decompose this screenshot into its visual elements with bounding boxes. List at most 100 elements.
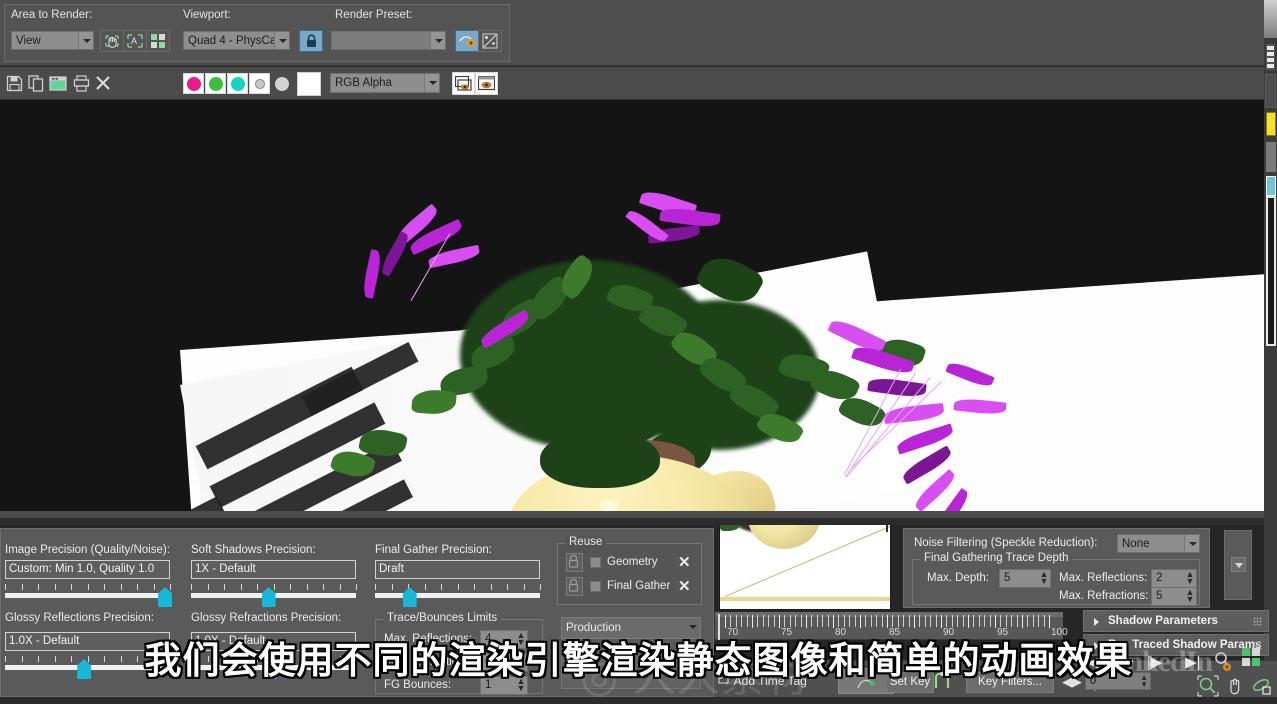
glossy-reflections-label: Glossy Reflections Precision: [5,612,154,624]
fg-trace-depth-group: Final Gathering Trace Depth Max. Depth: … [912,552,1200,606]
blowup-region-icon[interactable] [146,30,170,52]
channel-red-button[interactable] [183,73,204,94]
chevron-down-icon[interactable] [1235,563,1243,568]
fg-bounces-value: 1 [485,679,492,691]
time-configuration-icon[interactable] [1213,651,1235,676]
fg-max-reflections-value: 2 [1156,572,1163,584]
channel-green-button[interactable] [205,73,226,94]
spinner-arrows-icon[interactable]: ▲ ▼ [516,631,526,647]
spinner-arrows-icon[interactable]: ▲ ▼ [1039,570,1049,586]
viewport-combo[interactable]: Quad 4 - PhysCam [183,31,290,50]
render-preset-production-combo[interactable]: Production [561,617,701,639]
clone-icon[interactable] [46,72,70,94]
spinner-arrows-icon[interactable]: ▲ ▼ [516,677,526,693]
mental-ray-settings-dialog: Noise Filtering (Speckle Reduction): Non… [903,528,1210,608]
chevron-down-icon[interactable] [274,32,289,49]
rollout-shadow-parameters[interactable]: Shadow Parameters [1083,610,1269,632]
app-root: 70 75 80 85 90 95 100 Area to Render: View A [0,0,1277,702]
max-refractions-label: Max. Refractions: [384,656,474,668]
chevron-right-icon [1094,618,1099,626]
reuse-geometry-checkbox[interactable] [590,557,601,568]
spinner-arrows-icon[interactable]: ▲ ▼ [1185,570,1195,586]
rfw-toolbar-channels: RGB Alpha [0,67,1264,100]
watermark-linkedin: LinkedIn [1100,645,1213,678]
close-icon[interactable] [91,72,115,94]
soft-shadows-field[interactable]: 1X - Default [191,560,356,579]
toggle-ui-icon[interactable] [452,72,475,95]
spinner-arrows-icon[interactable]: ▲ ▼ [1185,588,1195,604]
glossy-refractions-label: Glossy Refractions Precision: [191,612,342,624]
trace-bounces-group: Trace/Bounces Limits Max. Reflections: 4… [375,612,543,695]
maximize-viewport-icon[interactable] [1242,648,1260,669]
reuse-final-gather-label: Final Gather [607,580,671,592]
strip-dots-icon [1266,44,1275,70]
key-filters-label: Key Filters... [978,676,1042,688]
image-precision-slider[interactable] [5,584,173,608]
reuse-final-gather-lock-icon[interactable] [566,577,583,596]
fg-max-refractions-spinner[interactable]: 5 ▲ ▼ [1151,587,1197,606]
track-bar[interactable]: 70 75 80 85 90 95 100 [701,612,1068,641]
glossy-refractions-slider[interactable] [191,656,357,680]
fg-max-refractions-value: 5 [1156,590,1163,602]
image-precision-label: Image Precision (Quality/Noise): [5,544,170,556]
environment-icon[interactable] [455,30,479,52]
exposure-icon[interactable] [478,30,502,52]
fg-trace-depth-title: Final Gathering Trace Depth [920,552,1073,564]
orbit-icon[interactable] [1251,675,1271,698]
reuse-geometry-clear-icon[interactable]: ✕ [678,555,691,570]
chevron-down-icon[interactable] [424,74,439,91]
image-precision-field[interactable]: Custom: Min 1.0, Quality 1.0 [5,560,170,579]
copy-icon[interactable] [24,72,48,94]
fg-max-reflections-label: Max. Reflections: [1059,572,1148,584]
save-icon[interactable] [2,72,26,94]
fg-max-depth-spinner[interactable]: 5 ▲ ▼ [999,569,1051,588]
panel-spinner-box[interactable] [1224,530,1252,600]
channel-alpha-button[interactable] [249,73,270,94]
rfw-toolbar-top: Area to Render: View A Viewport: Quad 4 … [0,0,1264,66]
area-to-render-combo[interactable]: View [11,31,94,50]
fg-max-reflections-spinner[interactable]: 2 ▲ ▼ [1151,569,1197,588]
print-icon[interactable] [69,72,93,94]
reuse-title: Reuse [565,536,607,548]
max-reflections-spinner[interactable]: 4 ▲ ▼ [480,630,528,649]
reuse-final-gather-checkbox[interactable] [590,581,601,592]
glossy-reflections-field[interactable]: 1.0X - Default [5,632,170,651]
key-filters-button[interactable]: Key Filters... [966,672,1054,693]
noise-filtering-combo[interactable]: None [1117,534,1200,553]
rendered-image-area[interactable] [0,100,1264,518]
reuse-geometry-lock-icon[interactable] [566,553,583,572]
chevron-down-icon[interactable] [1184,535,1199,552]
pan-view-icon[interactable] [1225,675,1245,698]
channel-mono-button[interactable] [271,73,292,94]
key-nav-icon[interactable]: ◀▶ [1062,674,1082,690]
lock-icon[interactable] [299,30,323,52]
channel-select-value: RGB Alpha [335,77,392,89]
render-preset-combo[interactable] [331,31,446,50]
chevron-down-icon[interactable] [430,32,445,49]
final-gather-field[interactable]: Draft [375,560,540,579]
max-refractions-spinner[interactable]: 6 ▲ ▼ [480,653,528,672]
fg-bounces-spinner[interactable]: 1 ▲ ▼ [480,676,528,695]
chevron-down-icon[interactable] [78,32,93,49]
viewport-quad4[interactable] [719,520,891,610]
current-frame-value: 0 [1090,675,1097,687]
glossy-refractions-field[interactable]: 1.0X - Default [191,632,356,651]
enable-render-icon[interactable] [475,72,498,95]
set-key-button[interactable]: Set Key [886,672,934,693]
region-hand-icon[interactable] [100,30,124,52]
final-gather-label: Final Gather Precision: [375,544,492,556]
channel-blue-button[interactable] [227,73,248,94]
grip-icon [1253,617,1262,626]
set-key-label: Set Key [889,676,931,688]
channel-select-combo[interactable]: RGB Alpha [330,73,440,93]
glossy-reflections-slider[interactable] [5,656,171,680]
chevron-down-icon[interactable] [685,618,700,635]
background-color-swatch[interactable] [297,72,321,96]
max-reflections-value: 4 [485,633,492,645]
render-preset-label: Render Preset: [335,9,413,21]
reuse-final-gather-clear-icon[interactable]: ✕ [678,579,691,594]
soft-shadows-slider[interactable] [191,584,357,608]
spinner-arrows-icon[interactable]: ▲ ▼ [516,654,526,670]
auto-region-icon[interactable]: A [123,30,147,52]
final-gather-slider[interactable] [375,584,541,608]
